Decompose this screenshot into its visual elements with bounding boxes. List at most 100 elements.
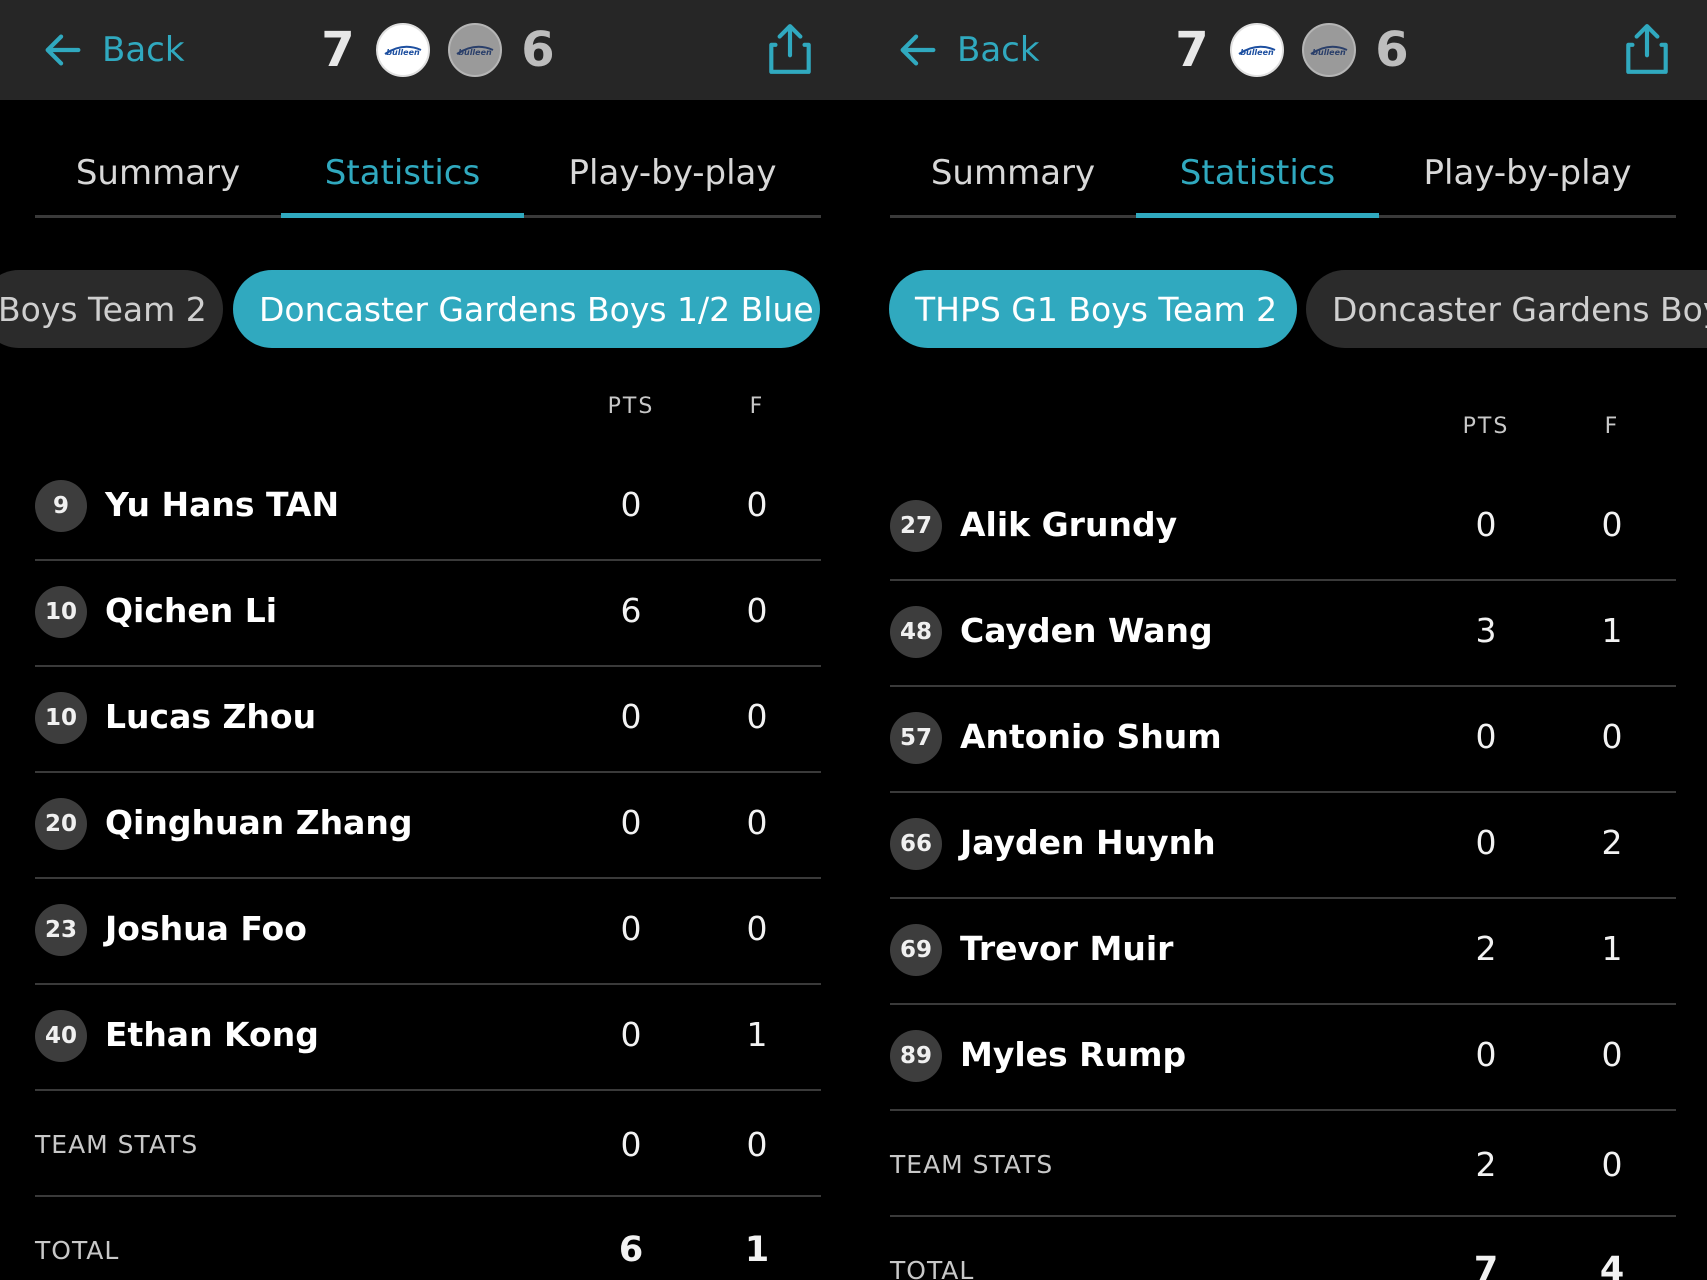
team-stats-row: TEAM STATS 0 0 xyxy=(35,1089,821,1197)
player-pts: 0 xyxy=(620,1015,642,1054)
column-header-pts: PTS xyxy=(607,394,655,419)
arrow-left-icon xyxy=(45,34,81,66)
player-row[interactable]: 48 Cayden Wang 3 1 xyxy=(890,579,1676,687)
player-pts: 3 xyxy=(1475,611,1497,650)
total-pts: 7 xyxy=(1473,1250,1499,1280)
arrow-left-icon xyxy=(900,34,936,66)
player-pts: 0 xyxy=(1475,1035,1497,1074)
jersey-number: 20 xyxy=(35,798,87,850)
tab-play-by-play[interactable]: Play-by-play xyxy=(524,130,821,215)
team-chip-home[interactable]: THPS G1 Boys Team 2 xyxy=(889,270,1297,348)
column-header-pts: PTS xyxy=(1462,414,1510,439)
team-chip-away[interactable]: Boys Team 2 xyxy=(0,270,223,348)
team-stats-row: TEAM STATS 2 0 xyxy=(890,1109,1676,1217)
jersey-number: 9 xyxy=(35,480,87,532)
player-row[interactable]: 27 Alik Grundy 0 0 xyxy=(890,473,1676,581)
player-name: Antonio Shum xyxy=(960,717,1222,756)
player-row[interactable]: 23 Joshua Foo 0 0 xyxy=(35,877,821,985)
player-fouls: 1 xyxy=(1601,611,1623,650)
tab-active-indicator xyxy=(281,213,524,218)
player-pts: 0 xyxy=(620,803,642,842)
jersey-number: 69 xyxy=(890,924,942,976)
tab-statistics[interactable]: Statistics xyxy=(1136,130,1379,215)
player-pts: 6 xyxy=(620,591,642,630)
app-header: Back 7 bulleen bulleen 6 xyxy=(855,0,1707,100)
player-row[interactable]: 10 Lucas Zhou 0 0 xyxy=(35,665,821,773)
back-label: Back xyxy=(102,30,185,70)
jersey-number: 23 xyxy=(35,904,87,956)
team-stats-label: TEAM STATS xyxy=(890,1150,1054,1179)
tab-active-indicator xyxy=(1136,213,1379,218)
home-logo-text: bulleen xyxy=(386,48,420,57)
player-pts: 2 xyxy=(1475,929,1497,968)
right-screen: Back 7 bulleen bulleen 6 Summary Statist… xyxy=(855,0,1707,1280)
share-icon[interactable] xyxy=(1622,22,1672,76)
player-fouls: 0 xyxy=(746,697,768,736)
home-team-logo: bulleen xyxy=(376,23,430,77)
tab-play-by-play[interactable]: Play-by-play xyxy=(1379,130,1676,215)
player-name: Qinghuan Zhang xyxy=(105,803,413,842)
tab-summary[interactable]: Summary xyxy=(890,130,1136,215)
player-row[interactable]: 9 Yu Hans TAN 0 0 xyxy=(35,453,821,561)
player-fouls: 1 xyxy=(746,1015,768,1054)
player-fouls: 0 xyxy=(746,591,768,630)
tab-bar: Summary Statistics Play-by-play xyxy=(890,130,1676,218)
away-team-logo: bulleen xyxy=(1302,23,1356,77)
player-row[interactable]: 57 Antonio Shum 0 0 xyxy=(890,685,1676,793)
player-row[interactable]: 20 Qinghuan Zhang 0 0 xyxy=(35,771,821,879)
tab-statistics[interactable]: Statistics xyxy=(281,130,524,215)
total-label: TOTAL xyxy=(35,1236,120,1265)
back-label: Back xyxy=(957,30,1040,70)
scoreboard: 7 bulleen bulleen 6 xyxy=(318,14,558,86)
away-logo-text: bulleen xyxy=(458,48,492,57)
player-name: Ethan Kong xyxy=(105,1015,319,1054)
player-fouls: 0 xyxy=(746,803,768,842)
player-name: Trevor Muir xyxy=(960,929,1174,968)
away-score: 6 xyxy=(521,22,555,78)
home-team-logo: bulleen xyxy=(1230,23,1284,77)
total-pts: 6 xyxy=(618,1230,644,1270)
tab-bar: Summary Statistics Play-by-play xyxy=(35,130,821,218)
player-name: Yu Hans TAN xyxy=(105,485,340,524)
jersey-number: 10 xyxy=(35,586,87,638)
player-pts: 0 xyxy=(620,485,642,524)
player-fouls: 0 xyxy=(1601,505,1623,544)
team-chip-home[interactable]: Doncaster Gardens Boys 1/2 Blue xyxy=(233,270,820,348)
jersey-number: 40 xyxy=(35,1010,87,1062)
team-chip-away[interactable]: Doncaster Gardens Boy xyxy=(1306,270,1707,348)
away-logo-text: bulleen xyxy=(1312,48,1346,57)
player-fouls: 0 xyxy=(746,485,768,524)
jersey-number: 27 xyxy=(890,500,942,552)
player-fouls: 2 xyxy=(1601,823,1623,862)
player-fouls: 0 xyxy=(1601,1035,1623,1074)
away-score: 6 xyxy=(1375,22,1409,78)
player-row[interactable]: 40 Ethan Kong 0 1 xyxy=(35,983,821,1091)
team-stats-pts: 0 xyxy=(620,1125,642,1164)
player-name: Myles Rump xyxy=(960,1035,1187,1074)
back-button[interactable]: Back xyxy=(40,24,185,76)
player-row[interactable]: 89 Myles Rump 0 0 xyxy=(890,1003,1676,1111)
home-score: 7 xyxy=(1175,22,1209,78)
player-row[interactable]: 66 Jayden Huynh 0 2 xyxy=(890,791,1676,899)
away-team-logo: bulleen xyxy=(448,23,502,77)
total-row: TOTAL 6 1 xyxy=(35,1195,821,1280)
player-fouls: 1 xyxy=(1601,929,1623,968)
player-name: Qichen Li xyxy=(105,591,278,630)
jersey-number: 66 xyxy=(890,818,942,870)
share-icon[interactable] xyxy=(765,22,815,76)
tab-summary[interactable]: Summary xyxy=(35,130,281,215)
player-pts: 0 xyxy=(620,697,642,736)
column-header-fouls: F xyxy=(1604,414,1620,439)
jersey-number: 48 xyxy=(890,606,942,658)
jersey-number: 57 xyxy=(890,712,942,764)
home-logo-text: bulleen xyxy=(1240,48,1274,57)
player-name: Cayden Wang xyxy=(960,611,1213,650)
player-name: Lucas Zhou xyxy=(105,697,317,736)
player-row[interactable]: 10 Qichen Li 6 0 xyxy=(35,559,821,667)
player-row[interactable]: 69 Trevor Muir 2 1 xyxy=(890,897,1676,1005)
player-name: Jayden Huynh xyxy=(960,823,1216,862)
jersey-number: 89 xyxy=(890,1030,942,1082)
back-button[interactable]: Back xyxy=(895,24,1040,76)
team-stats-fouls: 0 xyxy=(1601,1145,1623,1184)
player-pts: 0 xyxy=(620,909,642,948)
